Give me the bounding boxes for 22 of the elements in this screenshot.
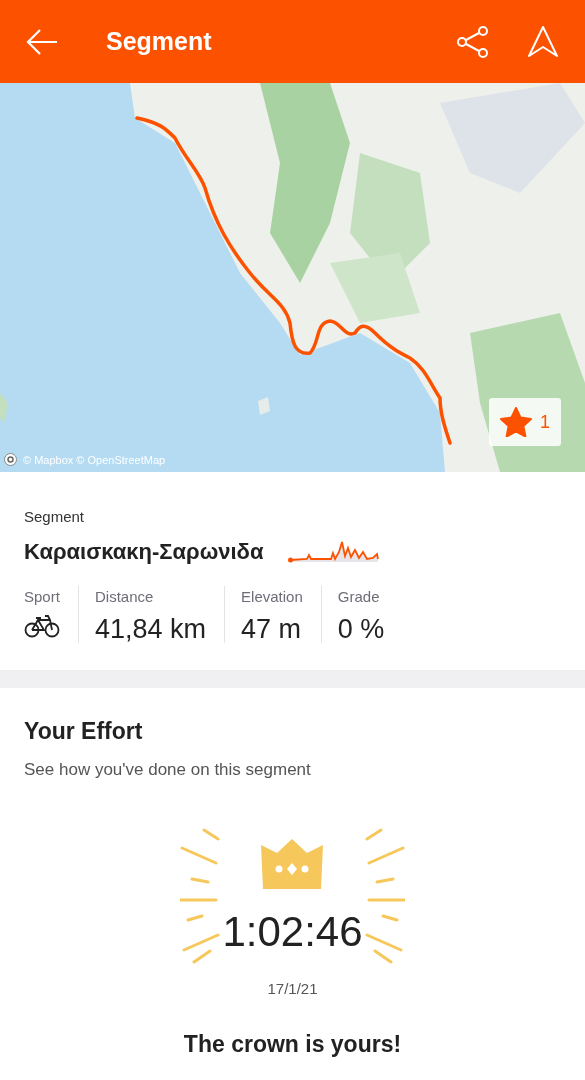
section-label: Segment bbox=[24, 507, 86, 527]
section-subtitle: See how you've done on this segment bbox=[24, 758, 312, 781]
star-icon bbox=[500, 407, 532, 437]
stat-label: Grade bbox=[337, 586, 381, 607]
stat-value: 0 % bbox=[337, 616, 385, 643]
star-button[interactable]: 1 bbox=[489, 398, 561, 446]
stat-label: Distance bbox=[95, 586, 155, 607]
stat-value: 47 m bbox=[241, 616, 303, 643]
stat-label: Elevation bbox=[241, 586, 303, 607]
segment-name: Καραισκακη-Σαρωνιδα bbox=[24, 537, 264, 566]
navigate-button[interactable] bbox=[525, 23, 561, 60]
bicycle-icon bbox=[24, 614, 60, 638]
share-button[interactable] bbox=[455, 23, 491, 60]
stat-label: Sport bbox=[24, 586, 60, 607]
section-title: Your Effort bbox=[24, 717, 144, 746]
screen-title: Segment bbox=[106, 25, 213, 57]
map-attribution: © Mapbox © OpenStreetMap bbox=[23, 452, 166, 468]
crown-icon bbox=[259, 839, 326, 889]
stat-value: 41,84 km bbox=[95, 616, 207, 643]
effort-time: 1:02:46 bbox=[222, 911, 363, 953]
crown-message: The crown is yours! bbox=[182, 1029, 403, 1059]
effort-date: 17/1/21 bbox=[266, 979, 319, 999]
